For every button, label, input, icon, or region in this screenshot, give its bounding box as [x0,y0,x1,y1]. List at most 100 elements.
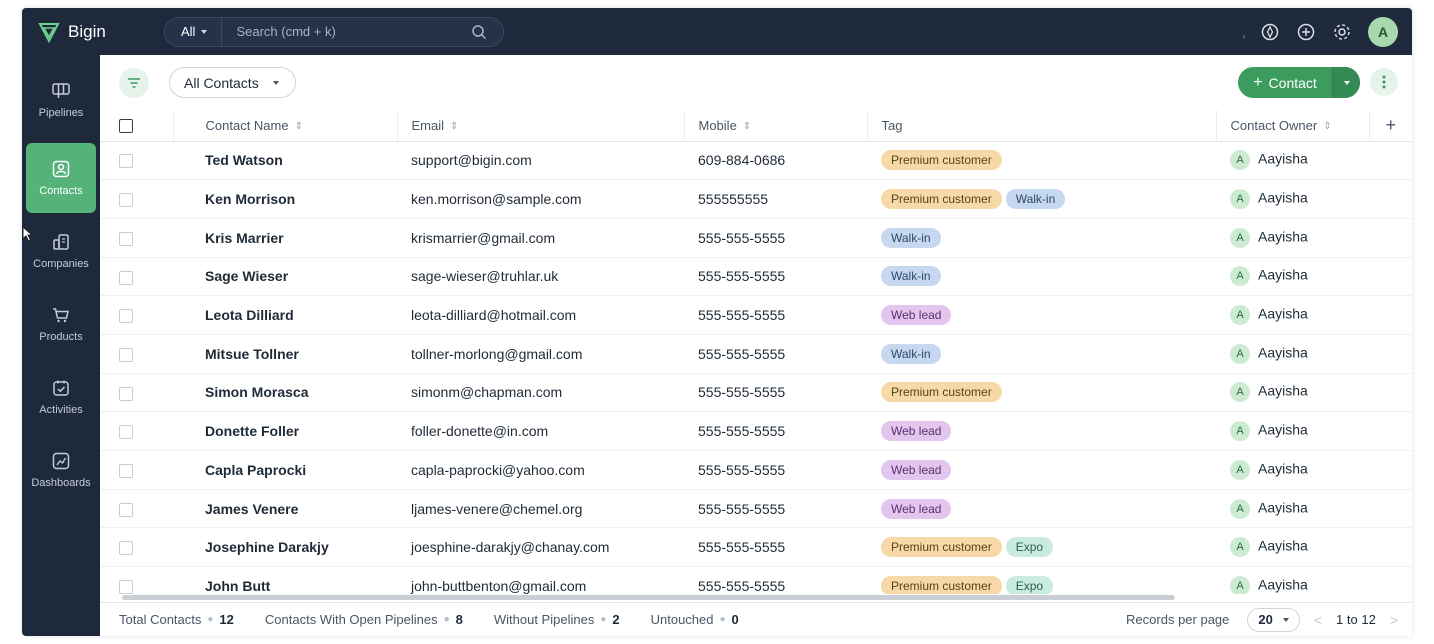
sidebar-item-products[interactable]: Products [26,289,96,359]
table-row[interactable]: James Venere ljames-venere@chemel.org 555-… [100,489,1412,529]
contact-mobile[interactable]: 555-555-5555 [684,527,867,568]
chevron-right-icon[interactable]: > [1390,612,1398,628]
contact-owner[interactable]: A Aayisha [1216,295,1369,335]
contact-owner[interactable]: A Aayisha [1216,179,1369,219]
column-header-contact-owner[interactable]: Contact Owner ⇕ [1216,110,1370,142]
contact-name[interactable]: Mitsue Tollner [173,334,397,374]
more-options-button[interactable] [1370,68,1398,96]
scrollbar-thumb[interactable] [122,595,1175,600]
table-row[interactable]: Josephine Darakjy joesphine-darakjy@chana… [100,527,1412,568]
contact-mobile[interactable]: 555-555-5555 [684,257,867,297]
sidebar-item-contacts[interactable]: Contacts [26,143,96,213]
tag-badge[interactable]: Web lead [881,421,952,442]
contact-email[interactable]: john-buttbenton@gmail.com [397,566,684,594]
row-checkbox[interactable] [119,193,133,208]
contact-email[interactable]: krismarrier@gmail.com [397,218,684,258]
tag-badge[interactable]: Web lead [881,459,952,480]
contact-email[interactable]: leota-dilliard@hotmail.com [397,295,684,335]
table-row[interactable]: Donette Foller foller-donette@in.com 555-5… [100,411,1412,451]
contact-owner[interactable]: A Aayisha [1216,218,1369,258]
row-checkbox[interactable] [119,154,133,169]
tag-badge[interactable]: Premium customer [881,575,1002,594]
contact-email[interactable]: sage-wieser@truhlar.uk [397,257,684,297]
table-row[interactable]: Sage Wieser sage-wieser@truhlar.uk 555-555… [100,257,1412,297]
contact-owner[interactable]: A Aayisha [1216,257,1369,297]
contact-mobile[interactable]: 555-555-5555 [684,489,867,529]
table-row[interactable]: John Butt john-buttbenton@gmail.com 555-55… [100,566,1412,594]
table-row[interactable]: Mitsue Tollner tollner-morlong@gmail.com 5… [100,334,1412,374]
contact-name[interactable]: Donette Foller [173,411,397,451]
table-row[interactable]: Leota Dilliard leota-dilliard@hotmail.com… [100,295,1412,335]
row-checkbox[interactable] [119,231,133,246]
sidebar-item-companies[interactable]: Companies [26,216,96,286]
chevron-left-icon[interactable]: < [1314,612,1322,628]
contact-name[interactable]: James Venere [173,489,397,529]
contact-owner[interactable]: A Aayisha [1216,489,1369,529]
contact-owner[interactable]: A Aayisha [1216,411,1369,451]
contact-name[interactable]: Leota Dilliard [173,295,397,335]
tag-badge[interactable]: Walk-in [1005,189,1066,210]
search-icon[interactable] [471,24,487,40]
contact-email[interactable]: simonm@chapman.com [397,373,684,413]
sort-icon[interactable]: ⇕ [295,121,303,132]
sidebar-item-dashboards[interactable]: Dashboards [26,435,96,505]
table-row[interactable]: Ted Watson support@bigin.com 609-884-0686 P… [100,141,1412,181]
contact-owner[interactable]: A Aayisha [1216,334,1369,374]
contact-email[interactable]: ken.morrison@sample.com [397,179,684,219]
contact-mobile[interactable]: 555-555-5555 [684,411,867,451]
tag-badge[interactable]: Premium customer [881,382,1002,403]
tag-badge[interactable]: Web lead [881,305,952,326]
row-checkbox[interactable] [119,425,133,440]
row-checkbox[interactable] [119,502,133,517]
filter-button[interactable] [119,67,149,98]
add-circle-icon[interactable] [1296,22,1316,42]
contact-email[interactable]: support@bigin.com [397,141,684,181]
column-header-tag[interactable]: Tag [867,110,1217,142]
contact-owner[interactable]: A Aayisha [1216,141,1369,181]
contact-name[interactable]: Josephine Darakjy [173,527,397,568]
sidebar-item-activities[interactable]: Activities [26,362,96,432]
tag-badge[interactable]: Walk-in [881,343,941,364]
contact-email[interactable]: foller-donette@in.com [397,411,684,451]
contact-owner[interactable]: A Aayisha [1216,566,1369,594]
column-header-contact-name[interactable]: Contact Name ⇕ [173,110,398,142]
contact-mobile[interactable]: 555555555 [684,179,867,219]
contact-mobile[interactable]: 555-555-5555 [684,450,867,490]
table-row[interactable]: Ken Morrison ken.morrison@sample.com 55555… [100,179,1412,219]
add-column-button[interactable]: + [1369,110,1412,142]
sort-icon[interactable]: ⇕ [450,121,458,132]
row-checkbox[interactable] [119,580,133,594]
contact-email[interactable]: capla-paprocki@yahoo.com [397,450,684,490]
tag-badge[interactable]: Premium customer [881,537,1002,558]
contact-owner[interactable]: A Aayisha [1216,527,1369,568]
user-avatar[interactable]: A [1368,16,1398,47]
tag-badge[interactable]: Premium customer [881,150,1002,171]
stat-untouched[interactable]: Untouched ● 0 [651,612,739,627]
contact-mobile[interactable]: 555-555-5555 [684,334,867,374]
column-header-email[interactable]: Email ⇕ [397,110,685,142]
stat-without-pipelines[interactable]: Without Pipelines ● 2 [494,612,620,627]
row-checkbox[interactable] [119,309,133,324]
view-select[interactable]: All Contacts [169,67,296,98]
table-row[interactable]: Simon Morasca simonm@chapman.com 555-555-5… [100,373,1412,413]
search-scope-select[interactable]: All [165,17,223,46]
contact-email[interactable]: ljames-venere@chemel.org [397,489,684,529]
records-per-page-select[interactable]: 20 [1247,607,1300,632]
row-checkbox[interactable] [119,541,133,556]
add-contact-button[interactable]: + Contact [1238,67,1332,98]
contact-mobile[interactable]: 555-555-5555 [684,218,867,258]
search-input[interactable] [222,24,471,39]
contact-mobile[interactable]: 609-884-0686 [684,141,867,181]
contact-mobile[interactable]: 555-555-5555 [684,295,867,335]
contact-email[interactable]: joesphine-darakjy@chanay.com [397,527,684,568]
sidebar-item-pipelines[interactable]: Pipelines [26,65,96,135]
row-checkbox[interactable] [119,463,133,478]
stat-open-pipelines[interactable]: Contacts With Open Pipelines ● 8 [265,612,463,627]
contact-owner[interactable]: A Aayisha [1216,450,1369,490]
contact-name[interactable]: Capla Paprocki [173,450,397,490]
horizontal-scrollbar[interactable] [100,594,1412,601]
tag-badge[interactable]: Expo [1005,575,1054,594]
column-header-mobile[interactable]: Mobile ⇕ [684,110,868,142]
contact-name[interactable]: Ken Morrison [173,179,397,219]
brand[interactable]: Bigin [38,21,148,43]
